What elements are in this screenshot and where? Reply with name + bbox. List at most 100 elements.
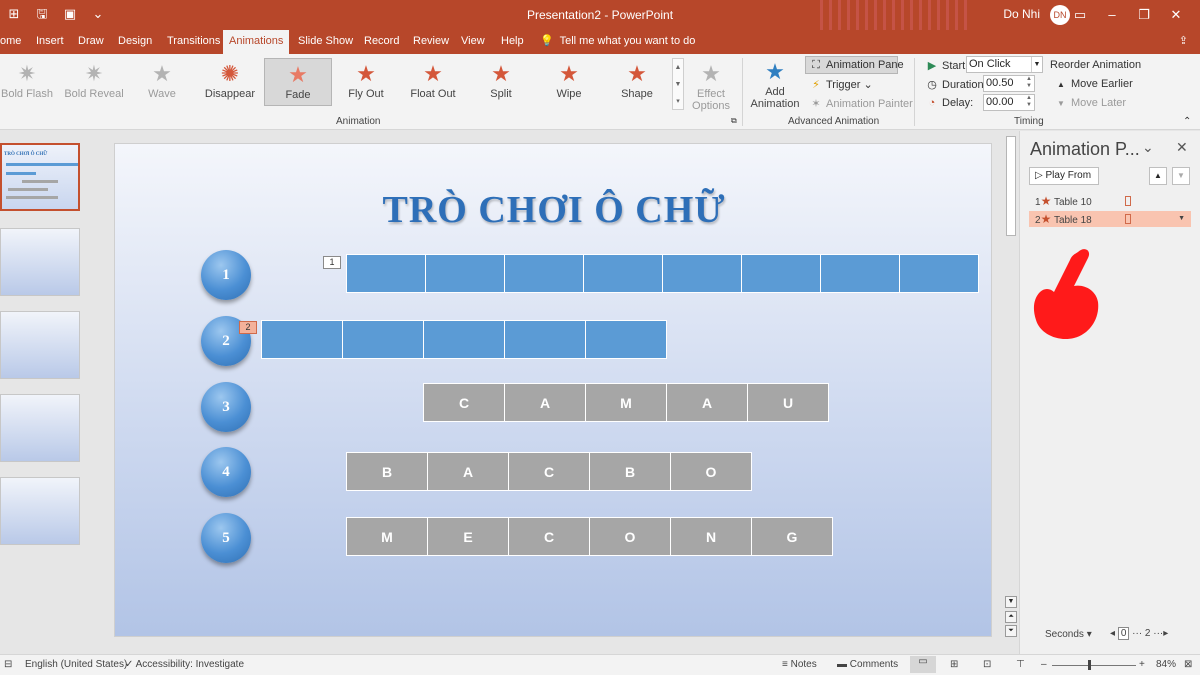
word-cell[interactable]	[262, 321, 342, 358]
word-cell[interactable]: O	[590, 518, 670, 555]
animation-split[interactable]: ★ Split	[468, 58, 534, 106]
word-cell[interactable]	[821, 255, 899, 292]
slide-thumbnail-4[interactable]	[0, 394, 80, 462]
trigger-button[interactable]: ⚡ Trigger ⌄	[809, 78, 873, 91]
word-cell[interactable]: C	[509, 518, 589, 555]
close-pane-icon[interactable]: ✕	[1176, 139, 1188, 156]
animation-tag-1[interactable]: 1	[323, 256, 341, 269]
animation-wave[interactable]: ★ Wave	[129, 58, 195, 106]
animation-painter-button[interactable]: ✶ Animation Painter	[809, 97, 912, 110]
row-number-5[interactable]: 5	[201, 513, 251, 563]
timeline-scale[interactable]: ◂ 0 ··· 2 ···▸	[1110, 627, 1168, 640]
slideshow-view-icon[interactable]: ⊤	[1016, 659, 1025, 670]
zoom-slider-knob[interactable]	[1088, 660, 1091, 670]
gallery-scroll[interactable]: ▲ ▼ ▾	[672, 58, 684, 110]
tab-insert[interactable]: Insert	[30, 30, 70, 54]
animation-bold-reveal[interactable]: ✷ Bold Reveal	[61, 58, 127, 106]
tab-slide-show[interactable]: Slide Show	[292, 30, 359, 54]
word-row-1[interactable]	[346, 254, 979, 293]
word-cell[interactable]	[663, 255, 741, 292]
animation-tag-2[interactable]: 2	[239, 321, 257, 334]
next-slide-icon[interactable]: ⏷	[1005, 625, 1017, 637]
slide-thumbnail-1[interactable]: TRÒ CHƠI Ô CHỮ	[0, 143, 80, 211]
animation-fade[interactable]: ★ Fade	[264, 58, 332, 106]
word-cell[interactable]: A	[428, 453, 508, 490]
animation-list-item[interactable]: 2★ Table 18 ▼	[1029, 211, 1191, 227]
tab-animations[interactable]: Animations	[223, 30, 290, 54]
word-cell[interactable]	[586, 321, 666, 358]
start-select[interactable]: On Click ▼	[966, 56, 1043, 73]
zoom-slider[interactable]	[1052, 665, 1136, 666]
tab-review[interactable]: Review	[407, 30, 455, 54]
tab-design[interactable]: Design	[112, 30, 158, 54]
word-cell[interactable]	[584, 255, 662, 292]
slide-canvas[interactable]: TRÒ CHƠI Ô CHỮ 1 2 3 4 5 1 2 C A M A U B…	[114, 143, 992, 637]
word-cell[interactable]	[426, 255, 504, 292]
word-row-4[interactable]: B A C B O	[346, 452, 752, 491]
word-cell[interactable]: C	[424, 384, 504, 421]
delay-input[interactable]: 00.00 ▲ ▼	[983, 94, 1035, 111]
word-cell[interactable]	[900, 255, 978, 292]
accessibility-indicator[interactable]: ✓ Accessibility: Investigate	[125, 659, 244, 670]
scrollbar-thumb[interactable]	[1006, 136, 1016, 236]
animation-disappear[interactable]: ✺ Disappear	[197, 58, 263, 106]
slide-sorter-icon[interactable]: ⊞	[950, 659, 958, 670]
word-cell[interactable]	[742, 255, 820, 292]
animation-bold-flash[interactable]: ✷ Bold Flash	[0, 58, 60, 106]
fit-to-window-icon[interactable]: ⊠	[1184, 659, 1192, 670]
row-number-3[interactable]: 3	[201, 382, 251, 432]
word-row-3[interactable]: C A M A U	[423, 383, 829, 422]
slide-thumbnail-3[interactable]	[0, 311, 80, 379]
slide-view-icon[interactable]: ⊟	[4, 659, 12, 670]
previous-slide-icon[interactable]: ⏶	[1005, 611, 1017, 623]
word-cell[interactable]: N	[671, 518, 751, 555]
word-cell[interactable]	[424, 321, 504, 358]
word-cell[interactable]: M	[586, 384, 666, 421]
tell-me-search[interactable]: 💡 Tell me what you want to do	[540, 34, 695, 47]
spinner-icon[interactable]: ▲ ▼	[1024, 76, 1034, 91]
tab-record[interactable]: Record	[358, 30, 405, 54]
scroll-down-icon[interactable]: ▼	[1005, 596, 1017, 608]
word-cell[interactable]	[505, 321, 585, 358]
word-cell[interactable]: C	[509, 453, 589, 490]
animation-fly-out[interactable]: ★ Fly Out	[333, 58, 399, 106]
animation-dialog-launcher-icon[interactable]: ⧉	[731, 116, 737, 126]
animation-list-item[interactable]: 1★ Table 10	[1029, 193, 1191, 209]
spinner-icon[interactable]: ▲ ▼	[1024, 95, 1034, 110]
add-animation-button[interactable]: ★ Add Animation	[746, 56, 804, 111]
notes-button[interactable]: ≡ Notes	[782, 659, 817, 670]
tab-draw[interactable]: Draw	[72, 30, 110, 54]
duration-input[interactable]: 00.50 ▲ ▼	[983, 75, 1035, 92]
slide-title[interactable]: TRÒ CHƠI Ô CHỮ	[115, 188, 993, 232]
zoom-out-icon[interactable]: –	[1041, 659, 1047, 670]
reading-view-icon[interactable]: ⊡	[983, 659, 991, 670]
animation-float-out[interactable]: ★ Float Out	[400, 58, 466, 106]
animation-shape[interactable]: ★ Shape	[604, 58, 670, 106]
slide-thumbnail-5[interactable]	[0, 477, 80, 545]
word-cell[interactable]: U	[748, 384, 828, 421]
animation-wipe[interactable]: ★ Wipe	[536, 58, 602, 106]
user-name[interactable]: Do Nhi	[1003, 7, 1040, 21]
tab-view[interactable]: View	[455, 30, 491, 54]
word-cell[interactable]: A	[505, 384, 585, 421]
comments-button[interactable]: ▬ Comments	[837, 659, 898, 670]
word-cell[interactable]: B	[347, 453, 427, 490]
move-earlier-button[interactable]: ▲ Move Earlier	[1054, 78, 1133, 90]
play-from-button[interactable]: ▷ Play From	[1029, 167, 1099, 185]
tab-transitions[interactable]: Transitions	[161, 30, 226, 54]
zoom-level[interactable]: 84%	[1156, 659, 1176, 670]
word-cell[interactable]: M	[347, 518, 427, 555]
collapse-ribbon-icon[interactable]: ⌃	[1183, 116, 1191, 127]
seconds-dropdown[interactable]: Seconds ▾	[1045, 629, 1092, 640]
share-icon[interactable]: ⇪	[1179, 34, 1188, 47]
word-cell[interactable]	[505, 255, 583, 292]
word-cell[interactable]: A	[667, 384, 747, 421]
tab-help[interactable]: Help	[495, 30, 530, 54]
slide-scrollbar[interactable]: ▼ ⏶ ⏷	[1004, 131, 1018, 654]
effect-options-button[interactable]: ★ Effect Options	[686, 58, 736, 113]
pane-options-icon[interactable]: ⌄	[1142, 139, 1154, 156]
chevron-down-icon[interactable]: ▼	[1178, 211, 1185, 227]
word-cell[interactable]: O	[671, 453, 751, 490]
row-number-1[interactable]: 1	[201, 250, 251, 300]
tab-home[interactable]: ome	[0, 30, 27, 54]
